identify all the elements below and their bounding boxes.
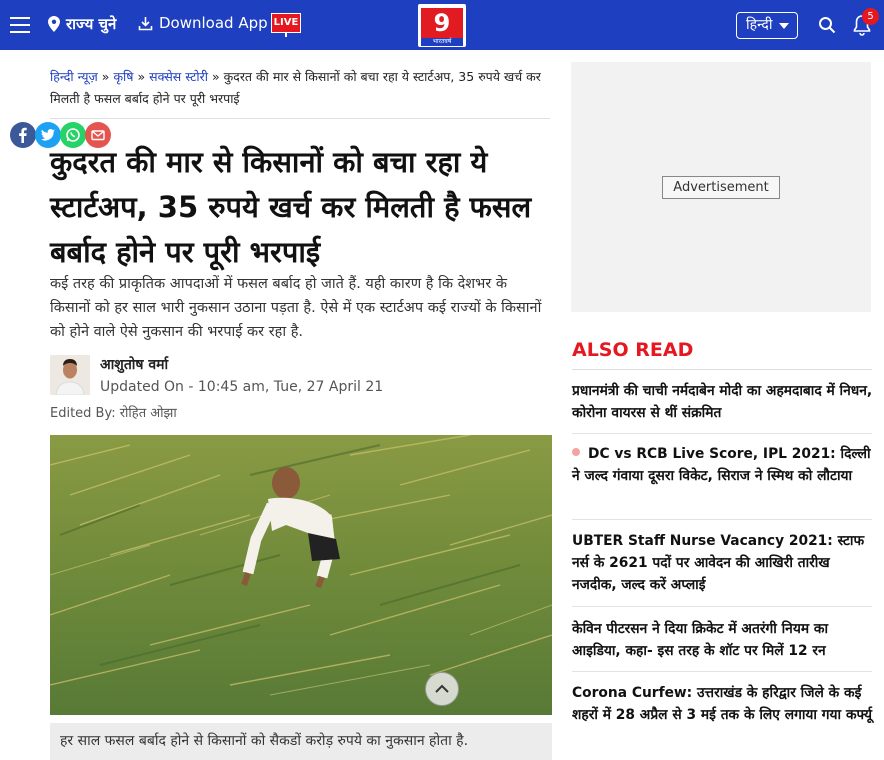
also-read-heading: ALSO READ [572,339,694,361]
image-caption: हर साल फसल बर्बाद होने से किसानों को सैक… [50,723,552,760]
breadcrumb-link-success-story[interactable]: सक्सेस स्टोरी [149,69,208,84]
article-headline: कुदरत की मार से किसानों को बचा रहा ये स्… [50,145,532,269]
chevron-down-icon [779,23,789,29]
menu-icon[interactable] [10,17,30,33]
divider [572,369,872,370]
also-read-item[interactable]: केविन पीटरसन ने दिया क्रिकेट में अतरंगी … [572,618,877,662]
article-summary: कई तरह की प्राकृतिक आपदाओं में फसल बर्बा… [50,276,542,340]
divider [50,118,550,119]
author-avatar[interactable] [50,355,90,395]
download-app-label: Download App [159,14,268,32]
divider [572,606,872,607]
location-pin-icon [48,16,60,32]
chevron-up-icon [435,684,449,693]
also-read-item[interactable]: प्रधानमंत्री की चाची नर्मदाबेन मोदी का अ… [572,380,877,424]
site-logo[interactable]: 9 भारतवर्ष [418,4,466,47]
top-navbar: राज्य चुने Download App LIVE 9 भारतवर्ष … [0,0,884,50]
notification-count-badge: 5 [862,8,879,25]
facebook-icon[interactable] [10,122,36,148]
live-tv-stand [285,33,287,37]
breadcrumb: हिन्दी न्यूज़ » कृषि » सक्सेस स्टोरी » क… [50,66,550,110]
also-read-item-live[interactable]: DC vs RCB Live Score, IPL 2021: दिल्ली न… [572,443,877,487]
language-select[interactable]: हिन्दी [736,12,798,39]
scroll-to-top-button[interactable] [425,672,459,706]
breadcrumb-separator: » [101,69,110,84]
breadcrumb-link-home[interactable]: हिन्दी न्यूज़ [50,69,98,84]
breadcrumb-separator: » [137,69,146,84]
breadcrumb-separator: » [211,69,220,84]
download-icon [138,16,153,30]
state-select-button[interactable]: राज्य चुने [48,14,116,34]
logo-mark: 9 [421,8,463,38]
search-icon[interactable] [818,16,836,34]
also-read-item-label: DC vs RCB Live Score, IPL 2021: दिल्ली न… [572,446,871,484]
divider [572,519,872,520]
breadcrumb-link-agriculture[interactable]: कृषि [113,69,133,84]
also-read-item[interactable]: Corona Curfew: उत्तराखंड के हरिद्वार जिल… [572,682,877,726]
article-updated-time: Updated On - 10:45 am, Tue, 27 April 21 [100,379,384,395]
also-read-item[interactable]: UBTER Staff Nurse Vacancy 2021: स्टाफ नर… [572,530,877,596]
live-tv-button[interactable]: LIVE [271,13,301,33]
article-hero-image [50,435,552,715]
advertisement-label: Advertisement [662,176,780,199]
divider [572,671,872,672]
article-edited-by: Edited By: रोहित ओझा [50,406,177,421]
state-label: राज्य चुने [66,15,117,33]
live-dot-icon [572,448,580,456]
divider [572,433,872,434]
language-label: हिन्दी [746,17,773,33]
download-app-button[interactable]: Download App [138,14,268,32]
logo-subtitle: भारतवर्ष [421,38,463,46]
author-name[interactable]: आशुतोष वर्मा [100,355,168,374]
